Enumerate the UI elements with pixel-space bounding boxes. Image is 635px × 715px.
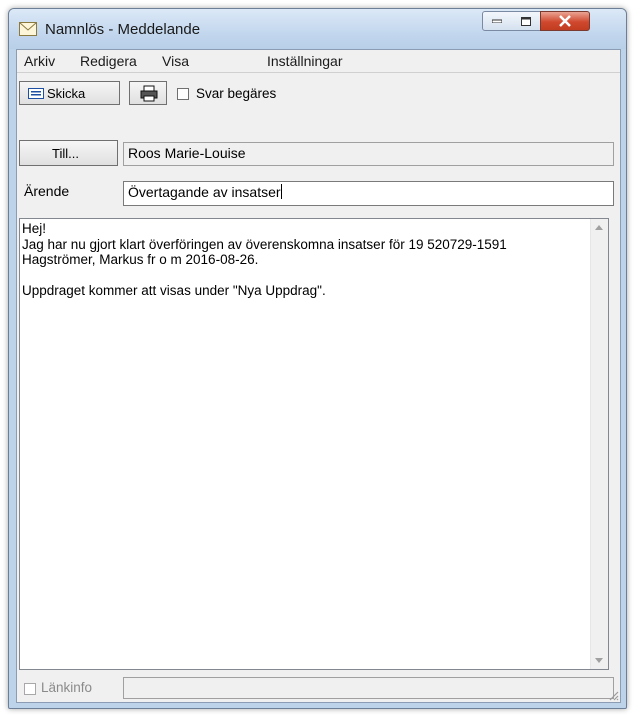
maximize-button[interactable]: [511, 11, 541, 31]
maximize-icon: [520, 16, 531, 26]
to-button[interactable]: Till...: [19, 140, 118, 166]
message-text: Hej! Jag har nu gjort klart överföringen…: [22, 221, 507, 298]
printer-icon: [140, 85, 158, 102]
minimize-button[interactable]: [482, 11, 512, 31]
menu-bar: Arkiv Redigera Visa Inställningar: [17, 50, 620, 73]
client-area: Arkiv Redigera Visa Inställningar Skicka…: [16, 49, 621, 703]
send-button[interactable]: Skicka: [19, 81, 120, 105]
subject-value: Övertagande av insatser: [128, 184, 281, 200]
link-info-field: [123, 677, 614, 699]
menu-visa[interactable]: Visa: [162, 53, 189, 69]
send-label: Skicka: [47, 86, 86, 101]
reply-request-label: Svar begäres: [196, 86, 277, 101]
to-button-label: Till...: [52, 146, 79, 161]
link-info-checkbox[interactable]: [24, 683, 36, 695]
text-cursor: [280, 184, 282, 199]
subject-label: Ärende: [24, 183, 70, 199]
message-body[interactable]: Hej! Jag har nu gjort klart överföringen…: [19, 218, 609, 670]
menu-installningar[interactable]: Inställningar: [267, 53, 343, 69]
menu-redigera[interactable]: Redigera: [80, 53, 137, 69]
close-icon: [559, 15, 571, 27]
message-window: Namnlös - Meddelande Arkiv Redigera Visa…: [8, 8, 627, 709]
close-button[interactable]: [540, 11, 590, 31]
scroll-up-icon[interactable]: [595, 225, 603, 230]
reply-request-checkbox[interactable]: [177, 88, 189, 100]
scroll-down-icon[interactable]: [595, 658, 603, 663]
to-field[interactable]: Roos Marie-Louise: [123, 142, 614, 166]
subject-field[interactable]: Övertagande av insatser: [123, 181, 614, 206]
envelope-icon: [19, 22, 37, 36]
resize-grip-icon[interactable]: [607, 689, 619, 701]
title-bar[interactable]: Namnlös - Meddelande: [9, 9, 626, 49]
link-info-label: Länkinfo: [41, 680, 93, 695]
vertical-scrollbar[interactable]: [590, 219, 608, 669]
minimize-icon: [492, 19, 502, 23]
send-icon: [28, 88, 44, 99]
print-button[interactable]: [129, 81, 167, 105]
menu-arkiv[interactable]: Arkiv: [24, 53, 55, 69]
window-title: Namnlös - Meddelande: [45, 21, 201, 38]
